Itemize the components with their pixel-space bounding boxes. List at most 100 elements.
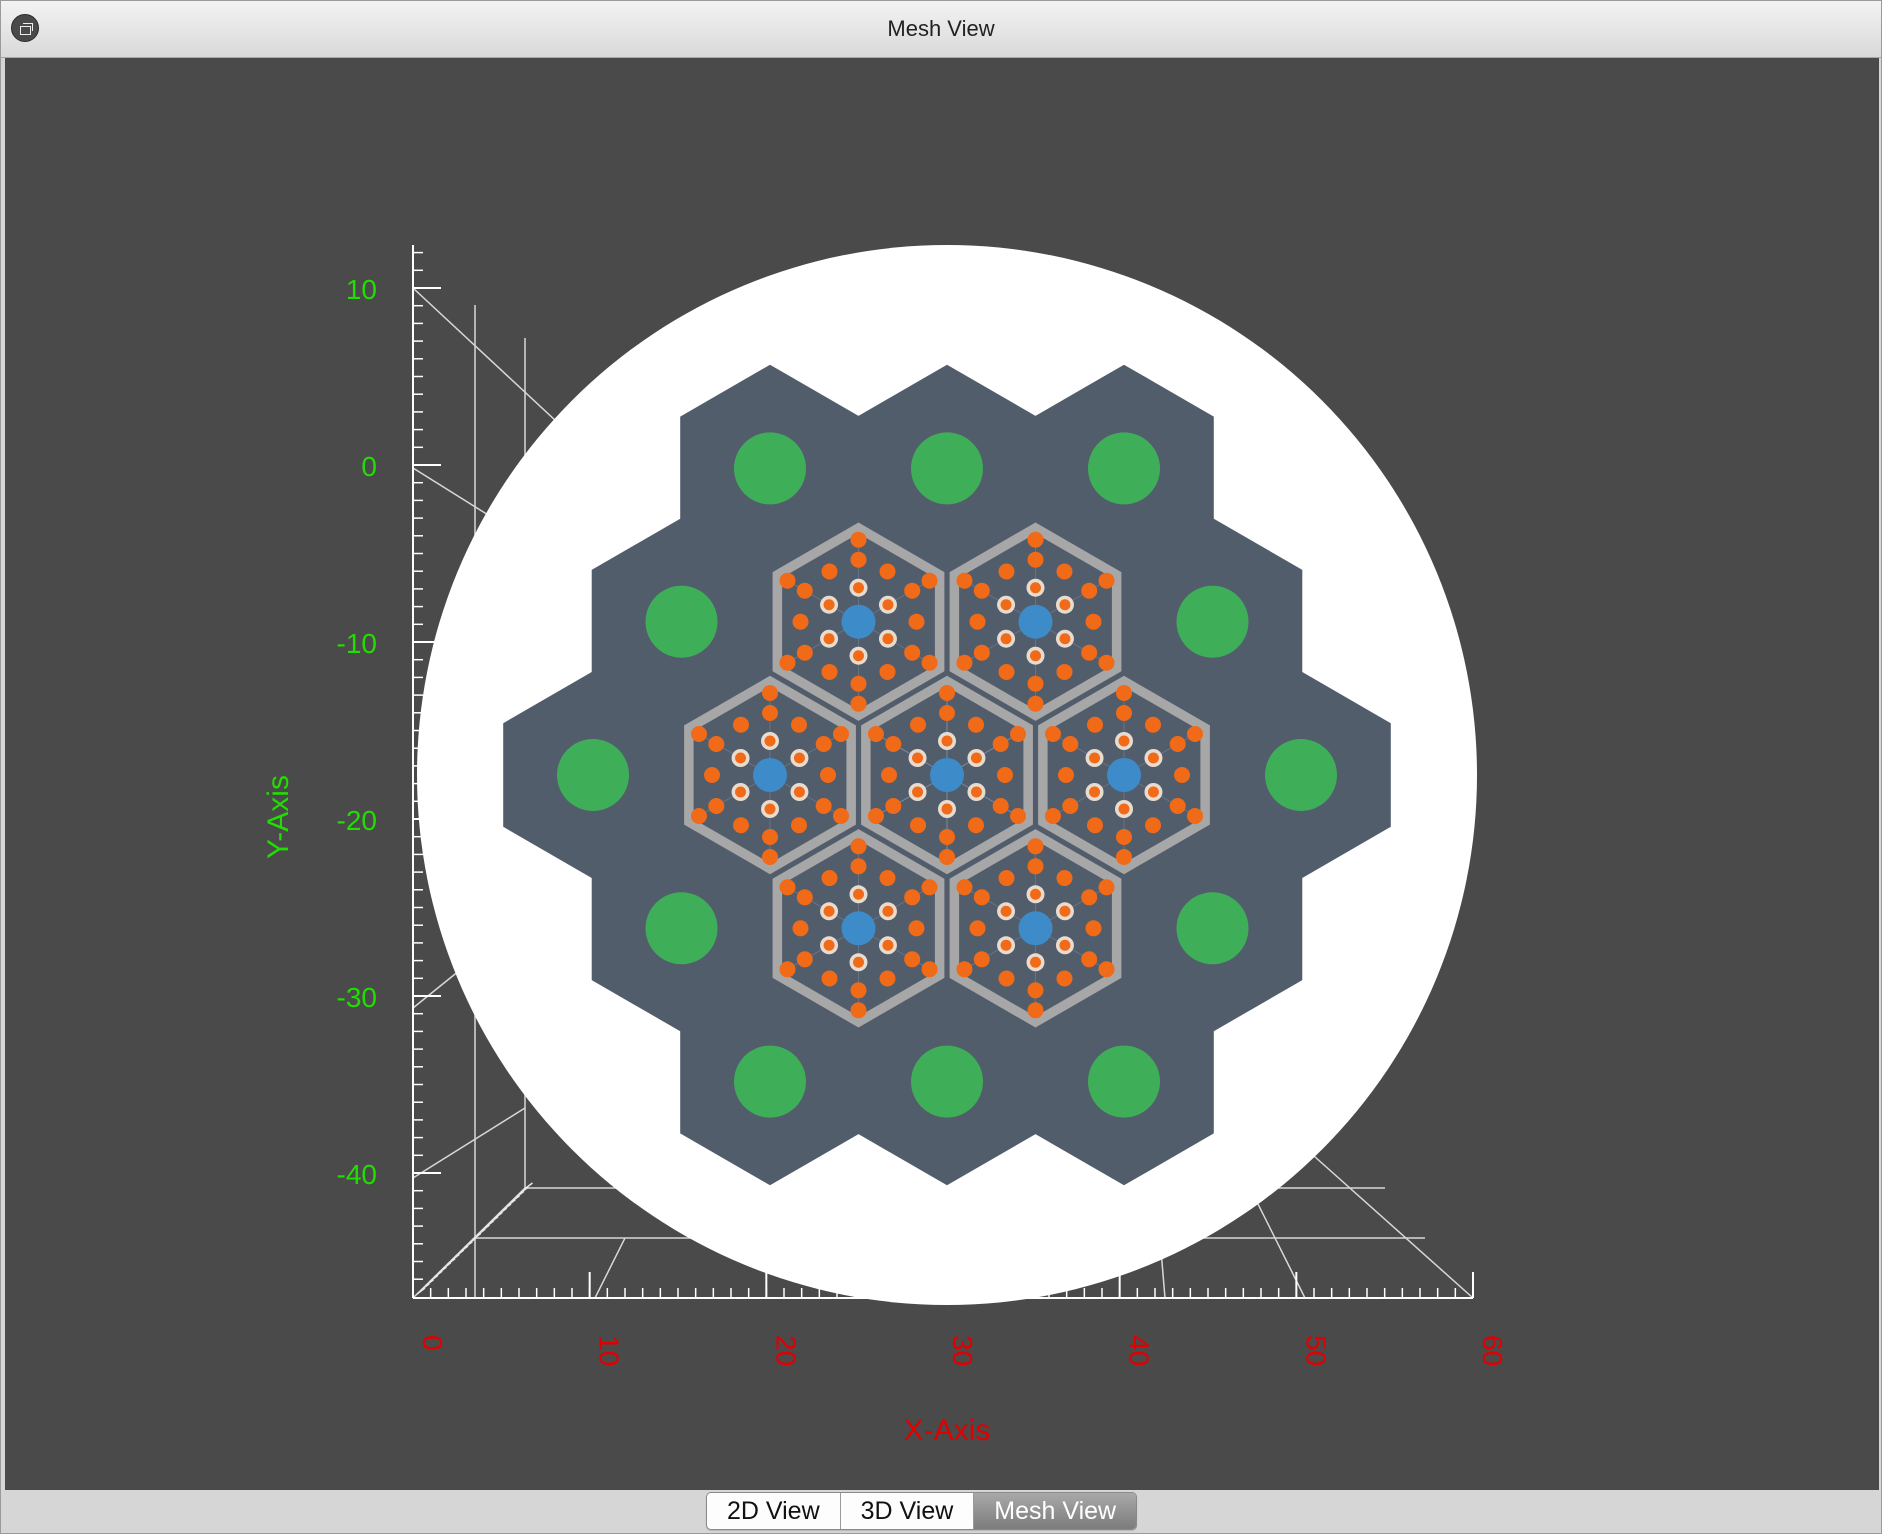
fuel-pin <box>762 705 778 721</box>
fuel-pin <box>850 551 867 568</box>
fuel-pin <box>1027 982 1044 999</box>
control-rod <box>1088 1045 1160 1118</box>
depth-hatch <box>446 1257 456 1266</box>
fuel-pin <box>908 920 925 937</box>
fuel-pin <box>885 798 902 814</box>
fuel-pin <box>779 572 796 589</box>
fuel-pin <box>879 970 896 987</box>
fuel-pin <box>1085 613 1102 630</box>
fuel-pin <box>1044 726 1061 742</box>
fuel-pin <box>1030 650 1041 662</box>
center-pin <box>1018 911 1053 946</box>
fuel-pin <box>968 716 984 733</box>
fuel-pin <box>704 767 720 783</box>
fuel-pin <box>1044 808 1061 824</box>
fuel-pin <box>1000 633 1012 645</box>
fuel-pin <box>1098 654 1115 671</box>
fuel-pin <box>1059 905 1071 917</box>
fuel-pin <box>1062 736 1079 752</box>
center-pin <box>753 758 787 792</box>
fuel-pin <box>1010 808 1027 824</box>
fuel-pin <box>850 695 867 712</box>
y-axis-title: Y-Axis <box>262 775 295 859</box>
fuel-pin <box>912 752 924 764</box>
center-pin <box>1018 604 1053 639</box>
fuel-pin <box>708 798 725 814</box>
depth-hatch <box>425 1278 435 1287</box>
fuel-pin <box>1062 798 1079 814</box>
fuel-pin <box>733 716 749 733</box>
tab-mesh-view[interactable]: Mesh View <box>974 1493 1137 1529</box>
fuel-pin <box>791 716 807 733</box>
fuel-pin <box>820 767 836 783</box>
control-rod <box>1176 892 1249 965</box>
mesh-plot[interactable]: 10 0 -10 -20 -30 -40 0 10 20 30 40 50 60 Y-Axis X-A… <box>5 58 1879 1490</box>
y-tick-label: -10 <box>337 628 377 659</box>
fuel-pin <box>853 956 864 968</box>
fuel-pin <box>882 905 894 917</box>
fuel-pin <box>1089 786 1101 798</box>
fuel-pin <box>1081 951 1098 968</box>
fuel-pin <box>998 970 1015 987</box>
fuel-pin <box>1027 838 1044 855</box>
tab-3d-view[interactable]: 3D View <box>841 1493 975 1529</box>
fuel-pin <box>867 726 884 742</box>
fuel-pin <box>779 879 796 896</box>
fuel-pin <box>1169 736 1186 752</box>
fuel-pin <box>992 798 1009 814</box>
fuel-pin <box>823 599 835 611</box>
fuel-pin <box>904 582 921 599</box>
depth-hatch <box>450 1253 460 1262</box>
fuel-pin <box>973 951 990 968</box>
fuel-pin <box>815 798 832 814</box>
fuel-pin <box>997 767 1013 783</box>
fuel-pin <box>973 889 990 906</box>
fuel-pin <box>1087 817 1103 834</box>
fuel-pin <box>941 803 953 815</box>
fuel-pin <box>796 582 813 599</box>
fuel-pin <box>1116 849 1132 865</box>
fuel-pin <box>850 982 867 999</box>
control-rod <box>557 739 629 811</box>
fuel-pin <box>823 939 835 951</box>
fuel-pin <box>879 663 896 680</box>
fuel-pin <box>1098 572 1115 589</box>
x-axis-title: X-Axis <box>904 1414 991 1447</box>
fuel-pin <box>779 961 796 978</box>
tab-2d-view[interactable]: 2D View <box>707 1493 841 1529</box>
fuel-pin <box>850 858 867 875</box>
fuel-pin <box>821 663 838 680</box>
mesh-viewport[interactable]: 10 0 -10 -20 -30 -40 0 10 20 30 40 50 60 Y-Axis X-A… <box>5 58 1879 1490</box>
fuel-pin <box>733 817 749 834</box>
fuel-pin <box>998 663 1015 680</box>
fuel-pin <box>762 849 778 865</box>
center-pin <box>841 911 876 946</box>
fuel-pin <box>793 786 805 798</box>
fuel-pin <box>1058 767 1074 783</box>
fuel-pin <box>1056 970 1073 987</box>
fuel-pin <box>791 817 807 834</box>
fuel-pin <box>1000 905 1012 917</box>
fuel-pin <box>921 961 938 978</box>
fuel-pin <box>969 613 986 630</box>
fuel-pin <box>939 849 955 865</box>
depth-hatch <box>420 1283 430 1291</box>
fuel-pin <box>1116 829 1132 845</box>
window-title: Mesh View <box>887 16 995 41</box>
control-rod <box>734 1045 806 1118</box>
fuel-pin <box>1098 879 1115 896</box>
fuel-pin <box>968 817 984 834</box>
fuel-pin <box>821 563 838 580</box>
fuel-pin <box>1027 1002 1044 1019</box>
fuel-pin <box>885 736 902 752</box>
control-rod <box>911 1045 983 1118</box>
fuel-pin <box>823 633 835 645</box>
view-tab-bar: 2D View 3D View Mesh View <box>706 1492 1138 1530</box>
fuel-pin <box>973 644 990 661</box>
fuel-pin <box>779 654 796 671</box>
fuel-pin <box>970 786 982 798</box>
fuel-pin <box>910 817 926 834</box>
fuel-pin <box>823 905 835 917</box>
fuel-pin <box>1116 685 1132 701</box>
fuel-pin <box>1059 599 1071 611</box>
